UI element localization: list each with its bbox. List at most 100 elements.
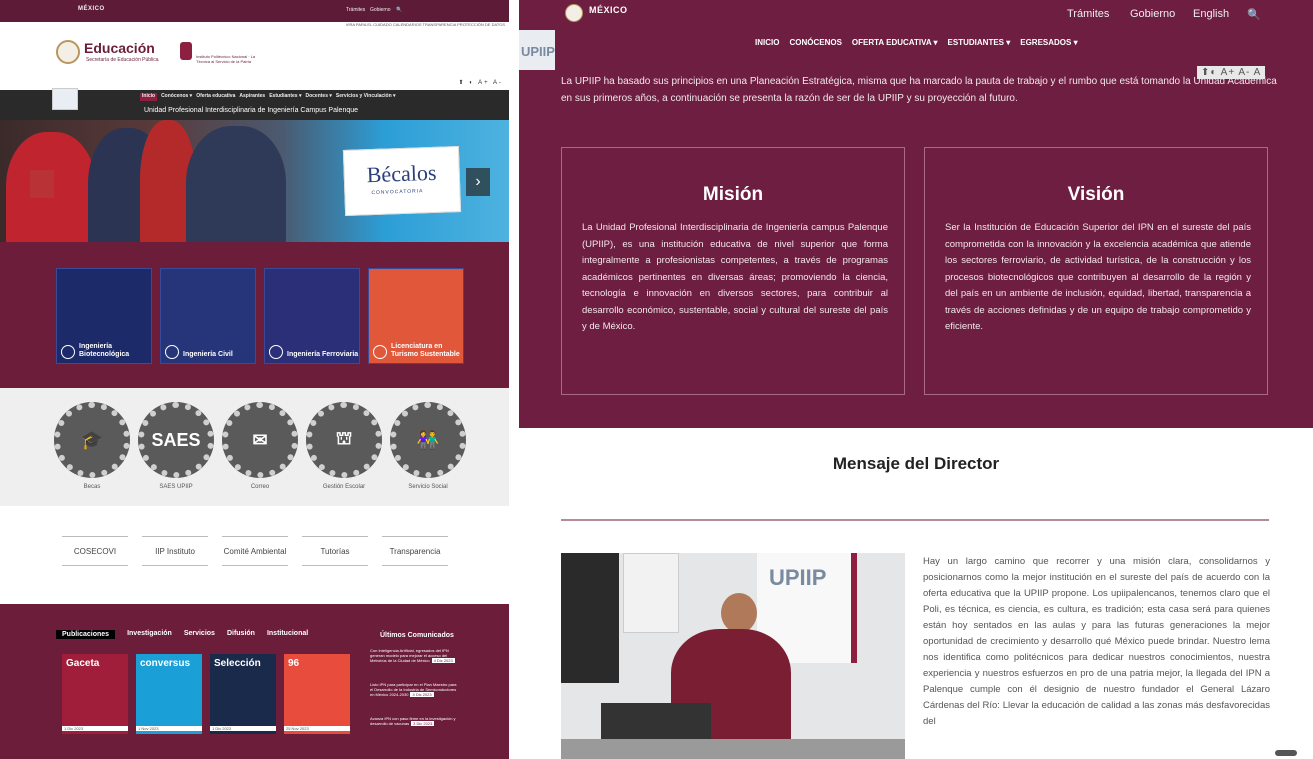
ipn-logo-icon bbox=[180, 42, 192, 60]
publication-cover[interactable]: Selección bbox=[210, 654, 276, 734]
gov-bar: MÉXICO Trámites Gobierno English 🔍 bbox=[519, 0, 1313, 30]
tab-1[interactable]: Investigación bbox=[127, 630, 172, 639]
tramites-link[interactable]: Trámites bbox=[1067, 8, 1109, 20]
service-label: Correo bbox=[250, 484, 270, 490]
gov-logo[interactable]: MÉXICO bbox=[78, 6, 105, 12]
photo-desk bbox=[601, 703, 711, 743]
nav-item-0[interactable]: INICIO bbox=[755, 38, 779, 47]
student-figure bbox=[186, 126, 286, 242]
upiip-logo[interactable]: UPIIP bbox=[519, 30, 555, 70]
partner-logo[interactable]: Transparencia bbox=[382, 536, 448, 566]
service-1-icon[interactable]: SAES bbox=[138, 402, 214, 478]
tab-0[interactable]: Publicaciones bbox=[56, 630, 116, 639]
nav-item-5[interactable]: Docentes ▾ bbox=[305, 93, 331, 101]
program-badge-icon bbox=[269, 345, 283, 359]
nav-item-3[interactable]: ESTUDIANTES ▾ bbox=[948, 38, 1011, 47]
accessibility-tools[interactable]: ⬆ ◐ A+ A- bbox=[459, 79, 504, 86]
right-screenshot: MÉXICO Trámites Gobierno English 🔍 INICI… bbox=[519, 0, 1313, 759]
publication-title: Gaceta bbox=[66, 658, 100, 669]
publication-date: 1 Dic 2023 bbox=[210, 726, 276, 731]
publication-cover[interactable]: Gaceta bbox=[62, 654, 128, 734]
photo-door bbox=[561, 553, 619, 683]
hero-carousel[interactable]: Bécalos CONVOCATORIA › bbox=[0, 120, 509, 242]
search-icon[interactable]: 🔍 bbox=[396, 7, 402, 13]
becalos-banner[interactable]: Bécalos CONVOCATORIA bbox=[342, 145, 462, 217]
service-0-icon[interactable]: 🎓 bbox=[54, 402, 130, 478]
news-item[interactable]: Avanza IPN con paso firme en la investig… bbox=[370, 716, 460, 726]
scroll-top-button[interactable] bbox=[1275, 750, 1297, 756]
comunicados-title: Últimos Comunicados bbox=[380, 632, 454, 639]
publication-date: 25 Nov 2023 bbox=[284, 726, 350, 731]
nav-items: Inicio Conócenos ▾ Oferta educativa Aspiran… bbox=[140, 93, 396, 101]
english-link[interactable]: English bbox=[1193, 8, 1229, 20]
program-label: Licenciatura en Turismo Sustentable bbox=[391, 343, 460, 358]
services-section: 🎓 Becas SAES SAES UPIIP ✉ Correo ⛫ Gestión Esco… bbox=[0, 388, 509, 506]
gobierno-link[interactable]: Gobierno bbox=[370, 7, 391, 13]
nav-item-6[interactable]: Servicios y Vinculación ▾ bbox=[336, 93, 396, 101]
nav-item-4[interactable]: Estudiantes ▾ bbox=[269, 93, 301, 101]
director-title: Mensaje del Director bbox=[832, 454, 1000, 473]
nav-item-2[interactable]: OFERTA EDUCATIVA ▾ bbox=[852, 38, 938, 47]
partner-logo[interactable]: COSECOVI bbox=[62, 536, 128, 566]
director-message: Hay un largo camino que recorrer y una m… bbox=[923, 556, 1270, 727]
program-badge-icon bbox=[165, 345, 179, 359]
publications-section: Publicaciones Investigación Servicios Difus… bbox=[0, 604, 509, 759]
nav-item-1[interactable]: CONÓCENOS bbox=[789, 38, 841, 47]
nav-item-3[interactable]: Aspirantes bbox=[239, 93, 265, 101]
gov-seal-icon bbox=[565, 4, 583, 22]
service-label: SAES UPIIP bbox=[159, 484, 193, 490]
vision-text: Ser la Institución de Educación Superior… bbox=[945, 222, 1251, 332]
service-4-icon[interactable]: 👫 bbox=[390, 402, 466, 478]
service-2-icon[interactable]: ✉ bbox=[222, 402, 298, 478]
sep-seal-icon bbox=[56, 40, 80, 64]
main-nav: Inicio Conócenos ▾ Oferta educativa Aspiran… bbox=[0, 88, 509, 120]
publication-date: 1 Nov 2023 bbox=[136, 726, 202, 731]
news-date: 4 Dic 2023 bbox=[410, 692, 434, 697]
nav-item-0[interactable]: Inicio bbox=[140, 93, 158, 101]
publication-cover[interactable]: conversus bbox=[136, 654, 202, 734]
publication-title: 96 bbox=[288, 658, 300, 669]
edu-title: Educación bbox=[84, 40, 155, 56]
partner-logo[interactable]: IIP Instituto bbox=[142, 536, 208, 566]
utility-links[interactable]: VIRA PARA EL CUIDADO CALENDARIOS TRANSPA… bbox=[346, 22, 505, 27]
programs-section: Ingeniería Biotecnológica Ingeniería Civi… bbox=[0, 242, 509, 388]
news-item[interactable]: Con Inteligencia Artificial, egresados d… bbox=[370, 648, 460, 663]
edu-subtitle: Secretaría de Educación Pública bbox=[86, 57, 159, 63]
director-photo: UPIIP bbox=[561, 553, 905, 759]
gov-logo[interactable]: MÉXICO bbox=[589, 5, 628, 15]
divider bbox=[561, 519, 1269, 521]
nav-item-2[interactable]: Oferta educativa bbox=[196, 93, 235, 101]
service-3-icon[interactable]: ⛫ bbox=[306, 402, 382, 478]
intro-text: La UPIIP ha basado sus principios en una… bbox=[561, 76, 1277, 104]
carousel-prev-button[interactable] bbox=[30, 170, 54, 198]
upiip-mini-logo bbox=[52, 88, 78, 110]
publication-tabs: Publicaciones Investigación Servicios Difus… bbox=[56, 630, 308, 639]
tab-3[interactable]: Difusión bbox=[227, 630, 255, 639]
publication-title: Selección bbox=[214, 658, 261, 669]
tab-2[interactable]: Servicios bbox=[184, 630, 215, 639]
nav-item-1[interactable]: Conócenos ▾ bbox=[161, 93, 192, 101]
photo-banner-text: UPIIP bbox=[769, 565, 827, 590]
search-icon[interactable]: 🔍 bbox=[1247, 8, 1261, 21]
mision-title: Misión bbox=[702, 184, 764, 205]
publication-date: 1 Dic 2023 bbox=[62, 726, 128, 731]
partner-logo[interactable]: Tutorías bbox=[302, 536, 368, 566]
carousel-next-button[interactable]: › bbox=[466, 168, 490, 196]
partner-logo[interactable]: Comité Ambiental bbox=[222, 536, 288, 566]
publication-cover[interactable]: 96 bbox=[284, 654, 350, 734]
mision-text: La Unidad Profesional Interdisciplinaria… bbox=[582, 222, 888, 332]
gobierno-link[interactable]: Gobierno bbox=[1130, 8, 1175, 20]
program-card[interactable]: Ingeniería Ferroviaria bbox=[264, 268, 360, 364]
service-label: Gestión Escolar bbox=[322, 484, 366, 490]
news-item[interactable]: Listo IPN para participar en el Plan Mae… bbox=[370, 682, 460, 697]
vision-box: Visión Ser la Institución de Educación S… bbox=[924, 147, 1268, 395]
tab-4[interactable]: Institucional bbox=[267, 630, 308, 639]
nav-item-4[interactable]: EGRESADOS ▾ bbox=[1020, 38, 1077, 47]
program-card[interactable]: Licenciatura en Turismo Sustentable bbox=[368, 268, 464, 364]
mission-vision-section: MÉXICO Trámites Gobierno English 🔍 INICI… bbox=[519, 0, 1313, 428]
program-card[interactable]: Ingeniería Biotecnológica bbox=[56, 268, 152, 364]
program-badge-icon bbox=[373, 345, 387, 359]
tramites-link[interactable]: Trámites bbox=[346, 7, 365, 13]
program-card[interactable]: Ingeniería Civil bbox=[160, 268, 256, 364]
gov-bar: MÉXICO Trámites Gobierno 🔍 bbox=[0, 0, 509, 22]
